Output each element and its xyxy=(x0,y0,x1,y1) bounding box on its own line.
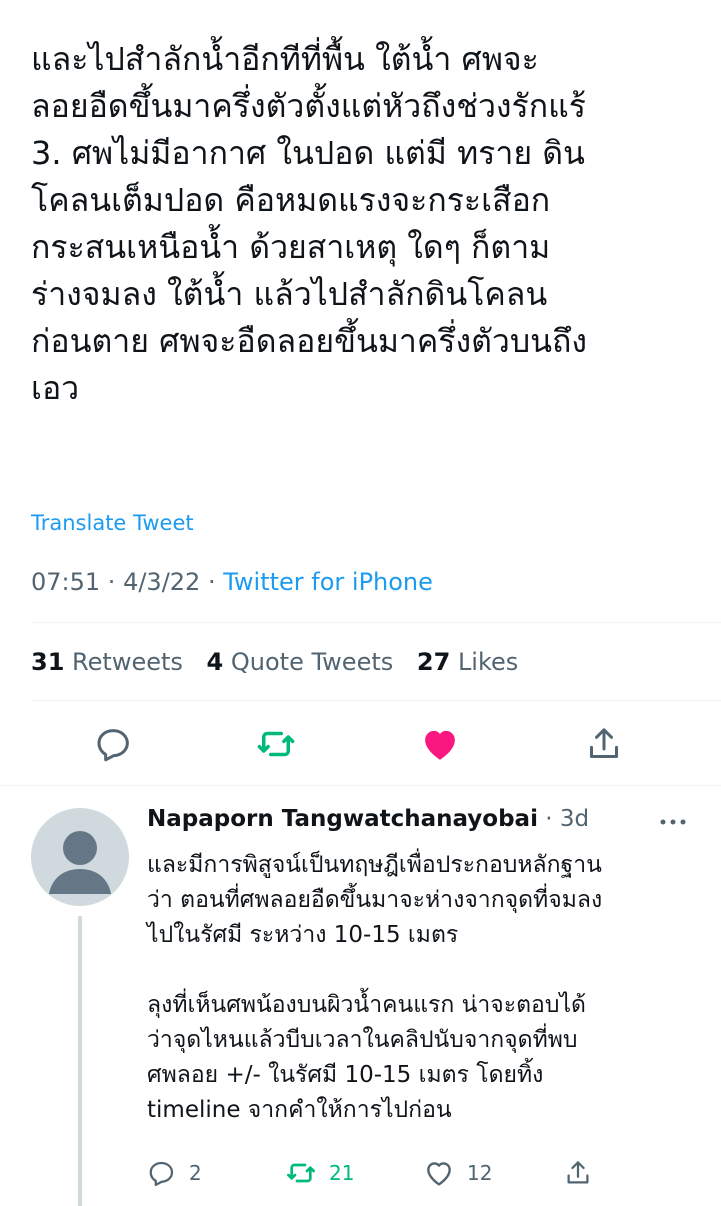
reply-text-line: ว่า ตอนที่ศพลอยอืดขึ้นมาจะห่างจากจุดที่จ… xyxy=(147,887,603,913)
retweet-count: 21 xyxy=(329,1161,355,1185)
reply-text-line: ไปในรัศมี ระหว่าง 10-15 เมตร xyxy=(147,922,459,948)
reply-share-button[interactable] xyxy=(563,1156,593,1190)
like-count: 12 xyxy=(467,1161,493,1185)
likes-label: Likes xyxy=(457,648,519,676)
retweet-button[interactable] xyxy=(252,720,300,768)
reply-text: และมีการพิสูจน์เป็นทฤษฎีเพื่อประกอบหลักฐ… xyxy=(147,848,707,1128)
tweet-text-line: ร่างจมลง ใต้น้ำ แล้วไปสำลักดินโคลน xyxy=(31,275,548,313)
thread-line xyxy=(78,916,82,1206)
share-button[interactable] xyxy=(580,720,628,768)
share-icon xyxy=(590,728,618,758)
reply-text-line: ว่าจุดไหนแล้วบีบเวลาในคลิปนับจากจุดที่พบ xyxy=(147,1027,578,1053)
quotes-count: 4 xyxy=(206,648,224,676)
reply-header: Napaporn Tangwatchanayobai · 3d xyxy=(147,806,589,832)
likes-count: 27 xyxy=(416,648,451,676)
reply-text-line: timeline จากคำให้การไปก่อน xyxy=(147,1097,452,1123)
retweets-stat[interactable]: 31 Retweets xyxy=(31,648,183,676)
tweet-stats: 31 Retweets 4 Quote Tweets 27 Likes xyxy=(31,648,534,676)
retweet-icon xyxy=(257,731,295,757)
reply-text-line xyxy=(147,953,707,988)
reply-reply-button[interactable]: 2 xyxy=(147,1156,202,1190)
reply-text-line: ลุงที่เห็นศพน้องบนผิวน้ำคนแรก น่าจะตอบได… xyxy=(147,992,586,1018)
tweet-source-link[interactable]: Twitter for iPhone xyxy=(223,568,433,596)
avatar[interactable] xyxy=(31,808,129,906)
tweet-text-line: ก่อนตาย ศพจะอืดลอยขึ้นมาครึ่งตัวบนถึง xyxy=(31,322,588,360)
tweet-text-line: กระสนเหนือน้ำ ด้วยสาเหตุ ใดๆ ก็ตาม xyxy=(31,228,551,266)
share-icon xyxy=(567,1161,589,1184)
likes-stat[interactable]: 27 Likes xyxy=(417,648,518,676)
like-outline-icon xyxy=(427,1162,451,1186)
retweets-label: Retweets xyxy=(72,648,183,676)
like-button[interactable] xyxy=(416,720,464,768)
reply-text-line: และมีการพิสูจน์เป็นทฤษฎีเพื่อประกอบหลักฐ… xyxy=(147,852,602,878)
retweets-count: 31 xyxy=(31,648,65,676)
tweet-date: 4/3/22 xyxy=(123,568,201,596)
tweet-text-line: และไปสำลักน้ำอีกทีที่พื้น ใต้น้ำ ศพจะ xyxy=(31,40,539,78)
tweet-metadata: 07:51 · 4/3/22 · Twitter for iPhone xyxy=(31,568,433,596)
divider xyxy=(31,700,721,701)
divider xyxy=(31,622,721,623)
reply-icon xyxy=(97,729,129,762)
reply-count: 2 xyxy=(189,1161,202,1185)
quotes-label: Quote Tweets xyxy=(230,648,394,676)
reply-button[interactable] xyxy=(90,720,138,768)
more-icon xyxy=(660,819,686,825)
reply-timestamp[interactable]: · 3d xyxy=(545,806,589,832)
quote-tweets-stat[interactable]: 4 Quote Tweets xyxy=(207,648,394,676)
tweet-text-line: โคลนเต็มปอด คือหมดแรงจะกระเสือก xyxy=(31,181,551,219)
reply-author-name[interactable]: Napaporn Tangwatchanayobai xyxy=(147,806,538,832)
retweet-icon xyxy=(287,1163,315,1183)
meta-separator: · xyxy=(200,568,224,596)
reply-text-line: ศพลอย +/- ในรัศมี 10-15 เมตร โดยทิ้ง xyxy=(147,1062,544,1088)
reply-icon xyxy=(149,1161,174,1186)
tweet-text-line: เอว xyxy=(31,369,80,407)
tweet-text-line: 3. ศพไม่มีอากาศ ในปอด แต่มี ทราย ดิน xyxy=(31,134,585,172)
tweet-time: 07:51 xyxy=(31,568,101,596)
like-icon xyxy=(425,730,455,760)
meta-separator: · xyxy=(100,568,124,596)
reply-retweet-button[interactable]: 21 xyxy=(285,1156,354,1190)
reply-tweet[interactable]: Napaporn Tangwatchanayobai · 3d และมีการ… xyxy=(0,786,721,1206)
reply-action-bar: 2 21 12 xyxy=(147,1156,707,1190)
default-avatar-icon xyxy=(49,831,111,894)
tweet-text-line: ลอยอืดขึ้นมาครึ่งตัวตั้งแต่หัวถึงช่วงรัก… xyxy=(31,87,586,125)
translate-tweet-link[interactable]: Translate Tweet xyxy=(31,511,194,535)
tweet-action-bar xyxy=(0,720,721,768)
more-options-button[interactable] xyxy=(659,812,687,831)
tweet-text: และไปสำลักน้ำอีกทีที่พื้น ใต้น้ำ ศพจะ ลอ… xyxy=(31,36,711,412)
reply-like-button[interactable]: 12 xyxy=(423,1156,492,1190)
